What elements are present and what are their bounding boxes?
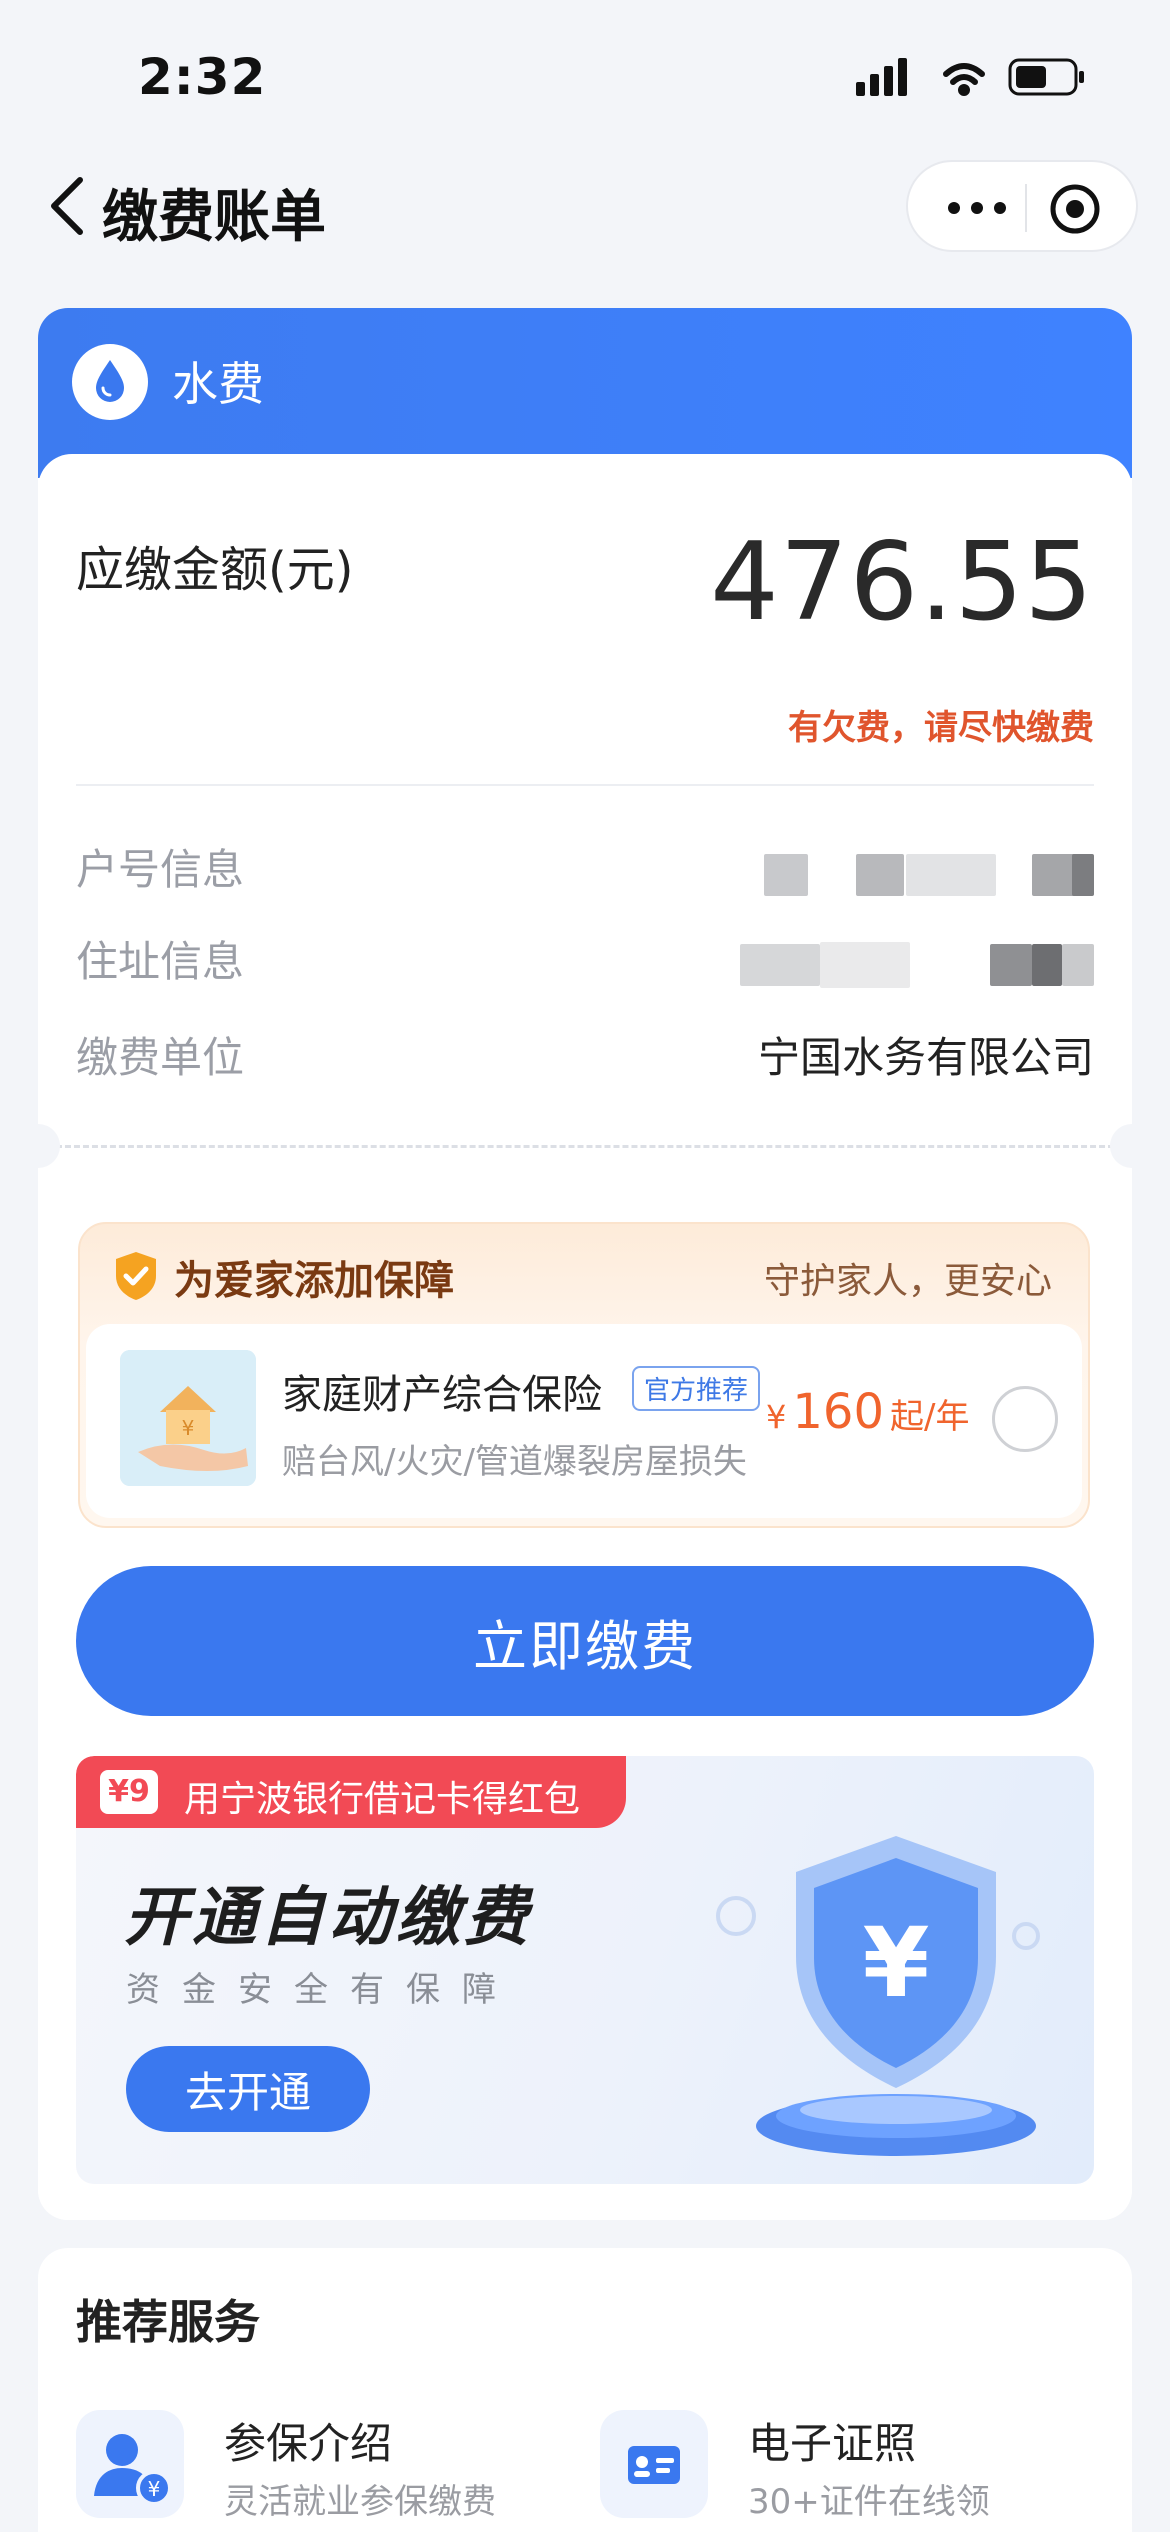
person-yuan-icon[interactable]: ¥	[76, 2410, 184, 2518]
more-icon[interactable]	[942, 184, 1012, 232]
insurance-product[interactable]: ¥ 家庭财产综合保险 官方推荐 赔台风/火灾/管道爆裂房屋损失 ¥160 起/年	[86, 1324, 1082, 1518]
wifi-icon	[943, 63, 985, 96]
amount-value: 476.55	[710, 520, 1094, 645]
insurance-name: 家庭财产综合保险	[282, 1372, 602, 1418]
ticket-notch-right	[1110, 1124, 1154, 1168]
auto-pay-banner[interactable]: ¥9 用宁波银行借记卡得红包 开通自动缴费 资金安全有保障 去开通 ¥	[76, 1756, 1094, 2184]
insurance-offer[interactable]: 为爱家添加保障 守护家人，更安心 ¥ 家庭财产综合保险 官方推荐 赔台风/火灾/…	[78, 1222, 1090, 1528]
ticket-divider	[38, 1145, 1132, 1148]
service-desc: 30+证件在线领	[748, 2482, 990, 2522]
insurance-price: ¥160 起/年	[766, 1384, 969, 1440]
status-icons	[856, 58, 1084, 96]
recommend-tag: 官方推荐	[632, 1366, 761, 1411]
address-info-value-redacted	[740, 940, 1094, 990]
address-info-label: 住址信息	[76, 937, 245, 986]
mini-program-capsule	[906, 160, 1138, 252]
ticket-notch-left	[16, 1124, 60, 1168]
services-title: 推荐服务	[76, 2295, 260, 2349]
recommended-services: 推荐服务 ¥ 参保介绍 灵活就业参保缴费 电子证照 30+证件在线领	[38, 2248, 1132, 2532]
pay-now-button[interactable]: 立即缴费	[76, 1566, 1094, 1716]
shield-check-icon	[116, 1252, 156, 1300]
service-desc: 灵活就业参保缴费	[224, 2482, 496, 2522]
signal-icon	[856, 58, 907, 96]
insurance-slogan: 守护家人，更安心	[763, 1261, 1052, 1302]
capsule-divider	[1025, 184, 1027, 232]
account-info-label: 户号信息	[76, 845, 245, 894]
insurance-desc: 赔台风/火灾/管道爆裂房屋损失	[282, 1442, 747, 1482]
promo-badge: ¥9	[100, 1770, 158, 1814]
promo-subtitle: 资金安全有保障	[126, 1970, 518, 2010]
price-unit: 起/年	[889, 1397, 970, 1437]
id-card-icon[interactable]	[600, 2410, 708, 2518]
price-value: 160	[792, 1384, 884, 1440]
bill-type-label: 水费	[172, 357, 264, 411]
water-drop-icon	[96, 360, 124, 402]
service-name[interactable]: 电子证照	[748, 2410, 916, 2471]
arrears-warning: 有欠费，请尽快缴费	[788, 708, 1094, 748]
close-miniprogram-icon[interactable]	[1048, 182, 1102, 236]
house-in-hand-image: ¥	[120, 1350, 256, 1486]
svg-text:¥: ¥	[182, 1416, 195, 1440]
page-title: 缴费账单	[102, 185, 326, 250]
battery-icon	[1008, 58, 1084, 96]
back-arrow-icon[interactable]	[46, 176, 90, 236]
amount-label: 应缴金额(元)	[76, 542, 354, 598]
insurance-select-radio[interactable]	[992, 1386, 1058, 1452]
shield-yuan-illustration: ¥	[716, 1836, 1040, 2156]
promo-ribbon: ¥9 用宁波银行借记卡得红包	[76, 1756, 626, 1828]
payee-label: 缴费单位	[76, 1033, 245, 1082]
activate-button[interactable]: 去开通	[126, 2046, 370, 2132]
account-info-value-redacted	[760, 852, 1094, 898]
service-name[interactable]: 参保介绍	[224, 2410, 392, 2471]
svg-text:¥: ¥	[863, 1907, 930, 2019]
promo-title: 开通自动缴费	[124, 1881, 532, 1955]
price-currency: ¥	[766, 1398, 787, 1436]
payee-value: 宁国水务有限公司	[757, 1033, 1094, 1082]
water-badge	[72, 344, 148, 420]
divider	[76, 784, 1094, 786]
insurance-header: 为爱家添加保障	[174, 1258, 454, 1304]
svg-text:¥: ¥	[148, 2477, 161, 2501]
status-time: 2:32	[138, 48, 267, 106]
promo-ribbon-text: 用宁波银行借记卡得红包	[184, 1779, 581, 1820]
bill-card-header: 水费	[38, 308, 1132, 478]
